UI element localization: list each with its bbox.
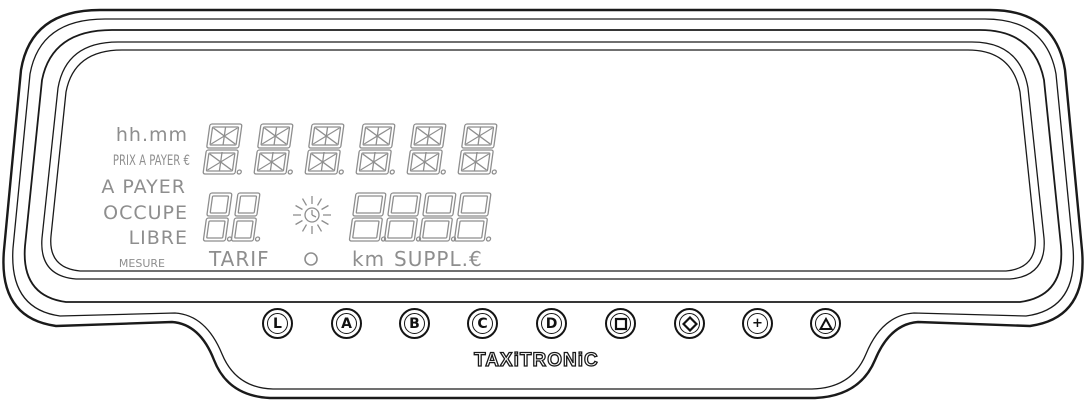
l-button[interactable]: L xyxy=(262,308,293,339)
fare-digit xyxy=(202,123,243,175)
a-button-label: A xyxy=(341,315,352,332)
plus-icon: + xyxy=(752,316,763,331)
diamond-button[interactable] xyxy=(674,308,705,339)
plus-button[interactable]: + xyxy=(742,308,773,339)
square-icon xyxy=(607,310,634,337)
taximeter-device xyxy=(2,8,1084,400)
sun-ray xyxy=(295,219,303,226)
mesure-label: MESURE xyxy=(118,257,165,270)
c-button-label: C xyxy=(477,315,488,332)
tariff-digit xyxy=(230,192,261,242)
fare-digit xyxy=(457,123,498,175)
triangle-icon xyxy=(812,310,839,337)
fare-digit xyxy=(253,123,294,175)
occupe-label: OCCUPE xyxy=(103,202,188,224)
indicator-circle-icon xyxy=(304,252,318,266)
suppl-label: SUPPL.€ xyxy=(394,247,483,271)
sun-ray xyxy=(316,198,323,206)
libre-label: LIBRE xyxy=(128,227,188,249)
sun-ray xyxy=(301,198,308,206)
square-button[interactable] xyxy=(605,308,636,339)
tarif-label: TARIF xyxy=(209,247,270,271)
fare-digit xyxy=(406,123,447,175)
triangle-button[interactable] xyxy=(810,308,841,339)
lcd-window xyxy=(50,49,1036,272)
sun-ray xyxy=(321,219,329,226)
b-button[interactable]: B xyxy=(399,308,430,339)
clock-sun-icon xyxy=(293,196,331,234)
supplement-digit xyxy=(453,192,492,242)
c-button[interactable]: C xyxy=(467,308,498,339)
prix-a-payer-label: PRIX A PAYER € xyxy=(113,153,190,169)
sun-ray xyxy=(321,204,329,211)
sun-ray xyxy=(316,224,323,232)
d-button-label: D xyxy=(545,315,558,332)
sun-ray xyxy=(295,204,303,211)
d-button[interactable]: D xyxy=(536,308,567,339)
a-payer-label: A PAYER xyxy=(101,176,186,198)
b-button-label: B xyxy=(409,315,420,332)
tariff-display-digits xyxy=(202,192,261,242)
lcd-window-outline xyxy=(41,41,1045,280)
sun-ray xyxy=(301,224,308,232)
fare-digit xyxy=(355,123,396,175)
a-button[interactable]: A xyxy=(331,308,362,339)
taxitronic-logo: TAXiTRONiC xyxy=(473,349,599,371)
fare-display-digits xyxy=(202,123,498,175)
hh-mm-label: hh.mm xyxy=(115,124,188,146)
diamond-icon xyxy=(676,310,703,337)
supplement-display-digits xyxy=(348,192,492,242)
l-button-label: L xyxy=(273,315,282,332)
km-label: km xyxy=(352,247,386,271)
fare-digit xyxy=(304,123,345,175)
